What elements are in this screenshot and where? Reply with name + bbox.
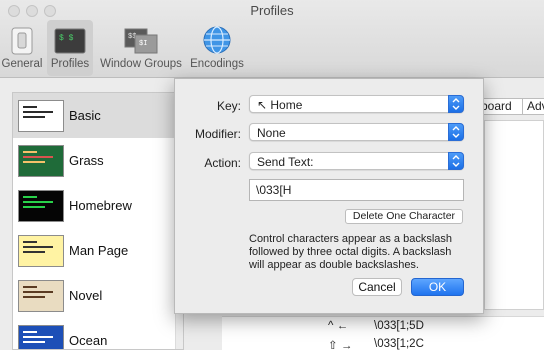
window-toolbar: Profiles General $ $ Profiles $$ $I Wind… <box>0 0 544 78</box>
profile-name: Novel <box>69 288 103 303</box>
profile-thumbnail <box>18 145 64 177</box>
toolbar-window-groups-label: Window Groups <box>100 58 182 70</box>
modifier-popup-value: None <box>257 126 286 140</box>
window-title: Profiles <box>250 3 294 18</box>
cancel-button[interactable]: Cancel <box>352 278 402 296</box>
svg-text:$ $: $ $ <box>59 34 74 43</box>
toolbar-encodings-label: Encodings <box>190 58 244 70</box>
profile-thumbnail <box>18 235 64 267</box>
profile-name: Ocean <box>69 333 108 348</box>
chevron-updown-icon <box>448 152 464 170</box>
profile-item-novel[interactable]: Novel <box>13 273 175 318</box>
key-mapping-action: \033[1;2C <box>374 338 424 350</box>
delete-one-character-button[interactable]: Delete One Character <box>345 209 463 224</box>
globe-icon <box>203 26 231 54</box>
key-mappings-table <box>484 120 544 310</box>
toolbar-window-groups[interactable]: $$ $I Window Groups <box>96 20 186 76</box>
profile-item-homebrew[interactable]: Homebrew <box>13 183 175 228</box>
modifier-popup[interactable]: None <box>249 123 464 141</box>
profile-item-basic[interactable]: Basic <box>13 93 175 138</box>
send-text-field[interactable]: \033[H <box>249 179 464 201</box>
key-mapping-keys: ^ ← <box>328 320 349 332</box>
terminal-profiles-icon: $ $ <box>54 28 86 54</box>
profiles-list: Basic Grass Homebrew Man Page Novel Ocea… <box>12 92 184 350</box>
toolbar-general[interactable]: General <box>0 20 44 76</box>
action-popup-value: Send Text: <box>257 155 314 169</box>
profile-name: Man Page <box>69 243 129 258</box>
key-popup[interactable]: ↖ Home <box>249 95 464 113</box>
action-label: Action: <box>204 156 241 170</box>
toolbar-general-label: General <box>1 58 43 70</box>
profile-item-grass[interactable]: Grass <box>13 138 175 183</box>
profile-item-man-page[interactable]: Man Page <box>13 228 175 273</box>
profile-name: Homebrew <box>69 198 132 213</box>
profile-thumbnail <box>18 100 64 132</box>
chevron-updown-icon <box>448 95 464 113</box>
key-mappings-visible-rows: ^ ← \033[1;5D ⇧ → \033[1;2C <box>222 316 544 350</box>
window-groups-icon: $$ $I <box>124 28 158 54</box>
action-popup[interactable]: Send Text: <box>249 152 464 170</box>
chevron-updown-icon <box>448 123 464 141</box>
profile-thumbnail <box>18 190 64 222</box>
key-label: Key: <box>216 99 241 113</box>
tab-advanced[interactable]: Adv <box>522 98 544 115</box>
profile-thumbnail <box>18 325 64 349</box>
profile-thumbnail <box>18 280 64 312</box>
profile-item-ocean[interactable]: Ocean <box>13 318 175 349</box>
key-mapping-keys: ⇧ → <box>328 340 353 350</box>
ok-button[interactable]: OK <box>411 278 464 296</box>
toolbar-profiles[interactable]: $ $ Profiles <box>47 20 93 76</box>
svg-text:$I: $I <box>139 40 147 48</box>
modifier-label: Modifier: <box>194 127 241 141</box>
key-popup-value: ↖ Home <box>257 98 303 112</box>
toolbar-profiles-label: Profiles <box>50 58 90 70</box>
general-switch-icon <box>11 27 33 55</box>
key-mapping-dialog: Key: ↖ Home Modifier: None Action: Send … <box>174 78 484 314</box>
key-mapping-action: \033[1;5D <box>374 320 424 332</box>
profile-name: Basic <box>69 108 101 123</box>
toolbar-encodings[interactable]: Encodings <box>186 20 248 76</box>
profile-name: Grass <box>69 153 104 168</box>
octal-help-note: Control characters appear as a backslash… <box>249 233 452 271</box>
